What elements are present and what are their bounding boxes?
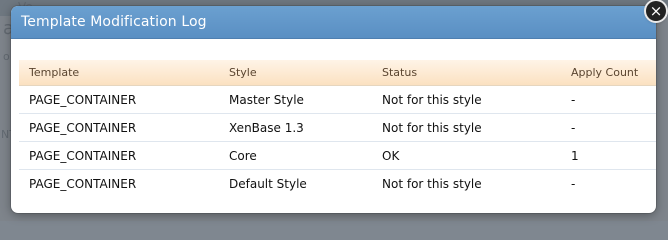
table-row: PAGE_CONTAINER Core OK 1 [19,141,656,170]
table-body: PAGE_CONTAINER Master Style Not for this… [19,85,656,198]
cell-apply-count: - [571,176,576,191]
table-row: PAGE_CONTAINER Master Style Not for this… [19,85,656,114]
dialog-body: Template Style Status Apply Count PAGE_C… [11,39,656,197]
cell-status: Not for this style [372,85,561,114]
close-button[interactable]: × [646,1,666,21]
table-row: PAGE_CONTAINER Default Style Not for thi… [19,170,656,198]
table-header-row: Template Style Status Apply Count [19,60,656,86]
column-header-apply-count: Apply Count [561,60,656,86]
cell-template: PAGE_CONTAINER [19,141,219,170]
modification-log-table: Template Style Status Apply Count PAGE_C… [19,60,656,197]
column-header-style: Style [219,60,372,86]
cell-template: PAGE_CONTAINER [19,85,219,114]
cell-style: Core [219,141,372,170]
cell-apply-count: - [561,113,656,142]
cell-status: Not for this style [382,176,482,191]
cell-apply-count: 1 [561,141,656,170]
cell-template: PAGE_CONTAINER [19,113,219,142]
cell-style: Master Style [219,85,372,114]
cell-style: XenBase 1.3 [219,113,372,142]
cell-style: Default Style [229,176,307,191]
cell-template: PAGE_CONTAINER [29,176,137,191]
column-header-status: Status [372,60,561,86]
table-header: Template Style Status Apply Count [19,60,656,86]
table-row: PAGE_CONTAINER XenBase 1.3 Not for this … [19,113,656,142]
dialog-title: Template Modification Log [21,14,207,30]
cell-status: Not for this style [372,113,561,142]
close-icon: × [649,2,663,20]
cell-apply-count: - [561,85,656,114]
dialog-header: Template Modification Log [11,6,656,39]
cell-status: OK [372,141,561,170]
template-modification-log-dialog: Template Modification Log Template Style… [11,6,656,213]
column-header-template: Template [19,60,219,86]
